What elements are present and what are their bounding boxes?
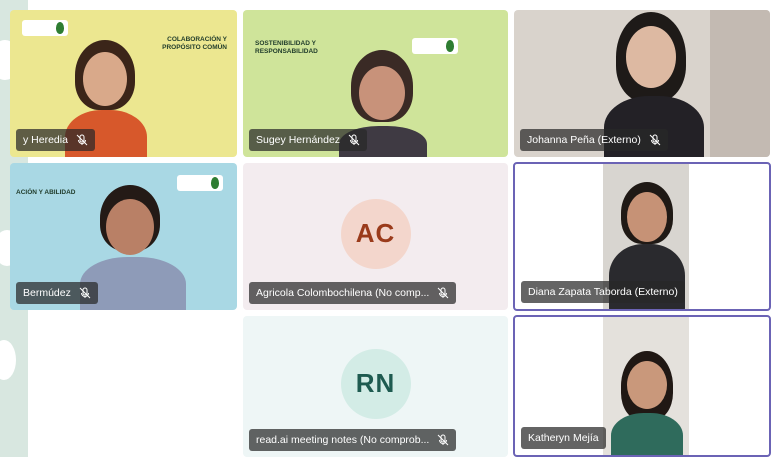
participant-video: [603, 317, 689, 455]
participant-name-bar: Agricola Colombochilena (No comp...: [249, 282, 457, 304]
video-tile-bermudez[interactable]: ACIÓN Y ABILIDAD Bermúdez: [10, 163, 237, 310]
avatar: AC: [340, 198, 411, 269]
background-banner: ACIÓN Y ABILIDAD: [16, 189, 76, 196]
mic-muted-icon: [437, 434, 449, 446]
avatar: RN: [340, 348, 411, 419]
participant-name: Bermúdez: [23, 287, 71, 299]
mic-muted-icon: [79, 287, 91, 299]
participant-name: Johanna Peña (Externo): [527, 134, 641, 146]
video-tile-johanna-pena[interactable]: Johanna Peña (Externo): [514, 10, 770, 157]
participant-name-bar: read.ai meeting notes (No comprob...: [249, 429, 457, 451]
participant-name: Sugey Hernández: [256, 134, 341, 146]
mic-muted-icon: [437, 287, 449, 299]
video-tile-diana-zapata[interactable]: Diana Zapata Taborda (Externo): [513, 162, 771, 311]
participant-name-bar: Diana Zapata Taborda (Externo): [521, 281, 685, 303]
participant-name: Katheryn Mejía: [528, 432, 599, 444]
participant-name: read.ai meeting notes (No comprob...: [256, 434, 430, 446]
participant-name: Agricola Colombochilena (No comp...: [256, 287, 430, 299]
video-tile-sugey-hernandez[interactable]: SOSTENIBILIDAD Y RESPONSABILIDAD Sugey H…: [243, 10, 508, 157]
company-logo: [22, 20, 68, 36]
participant-name-bar: Johanna Peña (Externo): [520, 129, 668, 151]
mic-muted-icon: [348, 134, 360, 146]
participant-name: y Heredia: [23, 134, 68, 146]
mic-muted-icon: [649, 134, 661, 146]
room-background: [710, 10, 770, 157]
participant-name-bar: Katheryn Mejía: [521, 427, 606, 449]
video-tile-katheryn-mejia[interactable]: Katheryn Mejía: [513, 315, 771, 457]
participant-name: Diana Zapata Taborda (Externo): [528, 286, 678, 298]
participant-name-bar: y Heredia: [16, 129, 95, 151]
avatar-tile-readai[interactable]: RN read.ai meeting notes (No comprob...: [243, 316, 508, 457]
avatar-tile-agricola[interactable]: AC Agricola Colombochilena (No comp...: [243, 163, 508, 310]
mic-muted-icon: [76, 134, 88, 146]
participant-name-bar: Bermúdez: [16, 282, 98, 304]
participant-name-bar: Sugey Hernández: [249, 129, 368, 151]
video-tile-sugey-heredia[interactable]: COLABORACIÓN Y PROPÓSITO COMÚN y Heredia: [10, 10, 237, 157]
